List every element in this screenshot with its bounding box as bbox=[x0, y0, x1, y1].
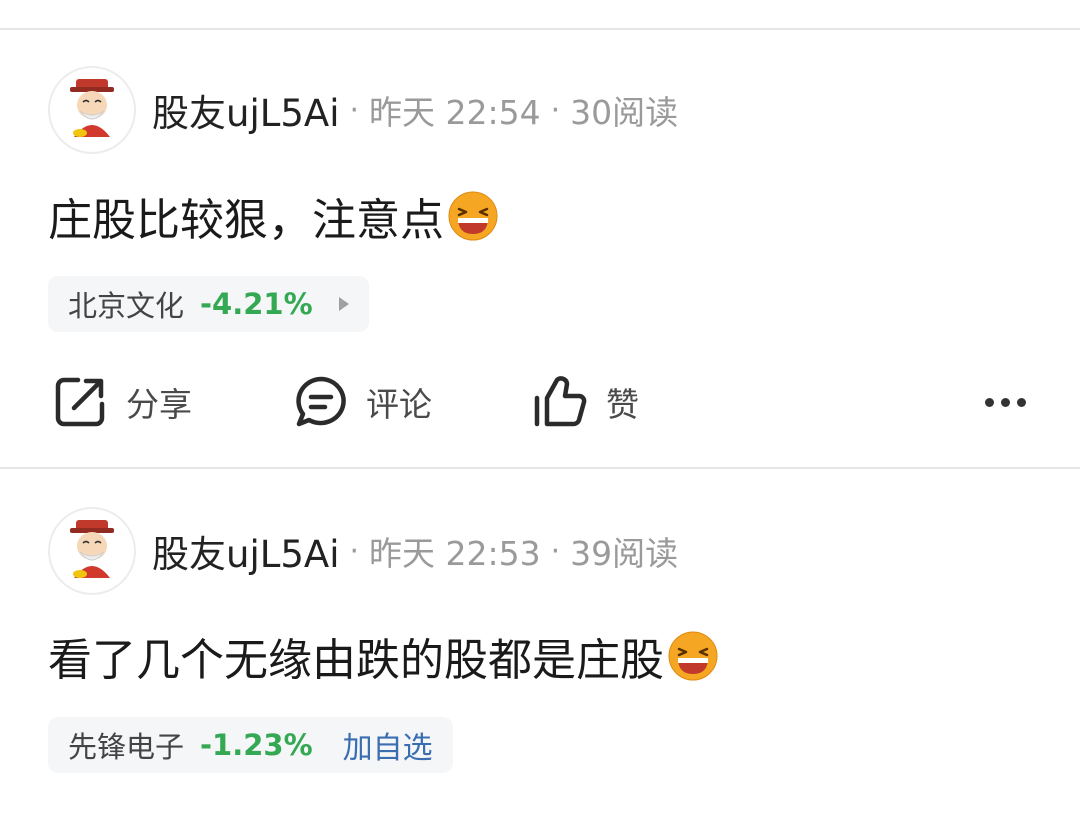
stock-change: -1.23% bbox=[200, 728, 313, 762]
post-card[interactable]: 股友ujL5Ai · 昨天 22:53 · 39阅读 看了几个无缘由跌的股都是庄… bbox=[0, 0, 1080, 816]
post-content[interactable]: 看了几个无缘由跌的股都是庄股 bbox=[48, 626, 718, 686]
post-meta: 股友ujL5Ai · 昨天 22:53 · 39阅读 bbox=[152, 507, 678, 595]
read-count: 39阅读 bbox=[570, 534, 679, 573]
post-time: 昨天 22:53 bbox=[369, 534, 541, 573]
stock-tag[interactable]: 先锋电子 -1.23% 加自选 bbox=[48, 717, 453, 773]
meta-separator: · bbox=[550, 533, 561, 569]
add-to-watchlist-button[interactable]: 加自选 bbox=[343, 723, 433, 767]
laughing-emoji-icon bbox=[668, 631, 718, 681]
avatar[interactable] bbox=[48, 507, 136, 595]
post-text: 看了几个无缘由跌的股都是庄股 bbox=[48, 635, 664, 686]
username[interactable]: 股友ujL5Ai bbox=[152, 524, 339, 578]
meta-separator: · bbox=[349, 533, 360, 569]
stock-name: 先锋电子 bbox=[68, 730, 185, 764]
